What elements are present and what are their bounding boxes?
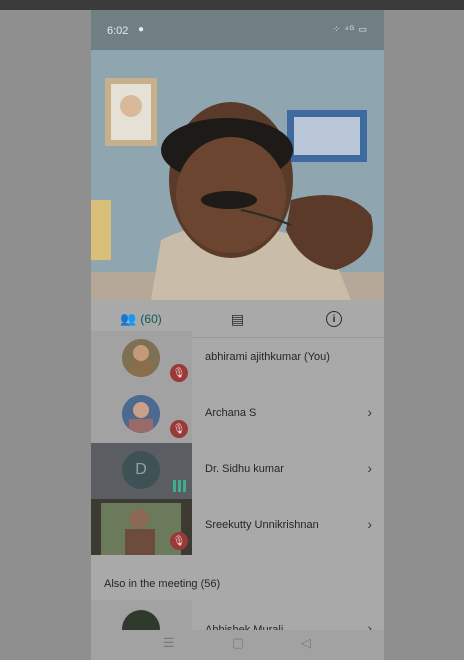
section-label: Also in the meeting (56) <box>104 578 221 590</box>
phone-screen: 6:02 ● ⁘ ⁴ᴳ ▭ 👥 (60) ▤ i 🎙 abhirami ajit… <box>91 10 384 660</box>
status-time: 6:02 <box>107 25 129 37</box>
avatar-photo <box>122 339 160 377</box>
system-nav-bar: ☰ ▢ ◁ <box>91 630 384 660</box>
menu-icon[interactable]: ☰ <box>163 635 175 651</box>
participant-tile: 🎙 <box>91 387 192 443</box>
avatar <box>122 395 160 433</box>
home-icon[interactable]: ▢ <box>232 635 244 651</box>
avatar-photo <box>122 395 160 433</box>
status-bar: 6:02 ● ⁘ ⁴ᴳ ▭ <box>91 10 384 50</box>
top-edge-strip <box>0 0 464 10</box>
mic-off-icon: 🎙 <box>170 364 188 382</box>
people-icon: 👥 <box>120 311 137 326</box>
avatar <box>122 339 160 377</box>
participant-row[interactable]: 🎙 abhirami ajithkumar (You) <box>91 331 384 387</box>
chevron-right-icon[interactable]: › <box>367 404 372 420</box>
participant-name: Archana S <box>205 407 257 419</box>
participant-name: Sreekutty Unnikrishnan <box>205 519 319 531</box>
info-icon: i <box>326 311 342 327</box>
participants-count: (60) <box>140 312 162 326</box>
video-frame-image <box>91 50 384 300</box>
participant-row[interactable]: 🎙 Sreekutty Unnikrishnan › <box>91 499 384 555</box>
back-icon[interactable]: ◁ <box>301 635 311 651</box>
participant-name: Dr. Sidhu kumar <box>205 463 284 475</box>
status-indicators: ⁘ ⁴ᴳ ▭ <box>332 24 368 34</box>
participant-tile: D <box>91 443 192 499</box>
participant-name: abhirami ajithkumar (You) <box>205 351 330 363</box>
speaking-indicator-icon <box>173 480 187 492</box>
participant-tile: 🎙 <box>91 499 192 555</box>
mic-off-icon: 🎙 <box>170 532 188 550</box>
chevron-right-icon[interactable]: › <box>367 516 372 532</box>
mic-off-icon: 🎙 <box>170 420 188 438</box>
avatar: D <box>122 451 160 489</box>
chat-icon: ▤ <box>230 310 245 327</box>
location-icon: ● <box>138 24 145 35</box>
participant-row[interactable]: D Dr. Sidhu kumar › <box>91 443 384 499</box>
participant-row[interactable]: 🎙 Archana S › <box>91 387 384 443</box>
chevron-right-icon[interactable]: › <box>367 460 372 476</box>
participant-tile: 🎙 <box>91 331 192 387</box>
main-video-feed[interactable] <box>91 50 384 300</box>
